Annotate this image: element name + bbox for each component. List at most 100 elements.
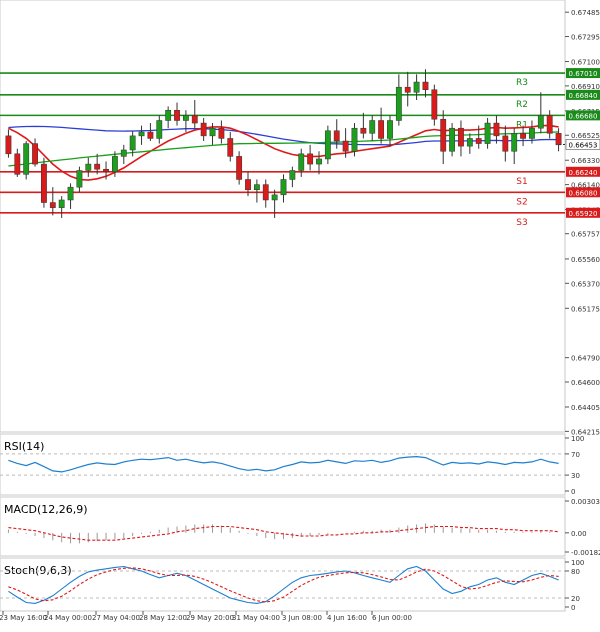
candle-body [147, 131, 154, 139]
candle-body [191, 115, 198, 124]
candle-body [466, 138, 473, 147]
stoch-axis-label: 80 [571, 568, 580, 576]
time-axis-label: 4 Jun 16:00 [327, 614, 367, 622]
time-axis-label: 6 Jun 00:00 [372, 614, 412, 622]
time-axis-label: 29 May 20:00 [186, 614, 234, 622]
candle-body [493, 122, 500, 137]
price-axis-label: 0.67485 [571, 9, 600, 17]
candle-body [129, 135, 136, 151]
candle-body [138, 131, 145, 137]
rsi-panel: 100 70 30 0 RSI(14) [0, 433, 584, 496]
candle-body [413, 81, 420, 93]
candle-body [289, 170, 296, 180]
candle-body [387, 120, 393, 139]
stoch-axis-label: 20 [571, 595, 580, 603]
candle-body [333, 130, 340, 142]
candle-body [271, 194, 278, 201]
current-price-label: 0.66453 [569, 141, 598, 149]
candle-body [324, 130, 331, 160]
candle-body [369, 120, 376, 134]
candle-body [378, 120, 385, 139]
price-axis-label: 0.67100 [571, 59, 600, 67]
level-price-label: 0.66840 [569, 92, 598, 100]
candle-body [280, 179, 287, 196]
candle-body [360, 127, 367, 134]
candle-body [209, 127, 216, 137]
candle-body [529, 127, 535, 139]
stoch-axis-label: 100 [571, 559, 584, 567]
stoch-panel: 10080200Stoch(9,6,3) [0, 557, 584, 612]
price-axis-label: 0.66330 [571, 157, 600, 165]
price-axis-label: 0.64790 [571, 355, 600, 363]
candle-body [520, 133, 526, 139]
stoch-panel-frame [0, 557, 566, 612]
candle-body [165, 109, 172, 121]
candle-body [103, 168, 109, 173]
chart-canvas: 0.674850.672950.671000.669100.667150.665… [0, 0, 600, 622]
candle-body [245, 179, 251, 190]
candle-body [537, 115, 544, 129]
level-price-label: 0.67010 [569, 70, 598, 78]
time-axis-label: 3 Jun 08:00 [282, 614, 322, 622]
candle-body [404, 86, 411, 93]
candle-body [218, 127, 225, 139]
rsi-axis-label: 30 [571, 472, 580, 480]
candle-body [67, 186, 74, 201]
candle-body [174, 109, 180, 121]
candle-body [156, 120, 163, 139]
price-axis-label: 0.65370 [571, 280, 600, 288]
candle-body [5, 135, 12, 155]
candle-body [14, 153, 21, 175]
price-axis-label: 0.65175 [571, 305, 600, 313]
level-price-label: 0.65920 [569, 210, 598, 218]
candle-body [449, 127, 455, 152]
time-axis-label: 28 May 12:00 [139, 614, 187, 622]
candle-body [85, 163, 92, 171]
candle-body [555, 133, 562, 146]
price-axis-label: 0.67295 [571, 34, 600, 42]
rsi-axis-label: 100 [571, 435, 584, 443]
price-axis-label: 0.64405 [571, 404, 600, 412]
macd-axis-label: 0.00 [571, 530, 587, 538]
candle-body [511, 133, 518, 152]
rsi-axis-label: 0 [571, 488, 575, 496]
macd-panel: 0.003034 0.00 -0.001826 MACD(12,26,9) [0, 496, 600, 557]
level-price-label: 0.66680 [569, 112, 598, 120]
rsi-title: RSI(14) [4, 440, 44, 453]
level-price-label: 0.66080 [569, 189, 598, 197]
level-price-label: 0.66240 [569, 169, 598, 177]
candle-body [484, 122, 491, 144]
candle-body [431, 89, 438, 120]
candle-body [200, 122, 207, 137]
time-axis-label: 31 May 04:00 [232, 614, 280, 622]
candle-body [182, 115, 189, 121]
price-axis-label: 0.65757 [571, 231, 600, 239]
level-name-r2: R2 [516, 100, 528, 110]
macd-axis-label: -0.001826 [571, 549, 600, 557]
candle-body [41, 163, 47, 203]
candle-body [49, 202, 56, 208]
candle-body [112, 156, 118, 173]
time-axis-label: 23 May 16:00 [0, 614, 47, 622]
price-panel: 0.674850.672950.671000.669100.667150.665… [0, 0, 600, 436]
candle-body [422, 81, 429, 90]
candle-body [307, 153, 314, 165]
time-axis-label: 27 May 04:00 [92, 614, 140, 622]
candle-body [502, 135, 509, 152]
candle-body [342, 140, 349, 152]
forex-chart-window: 0.674850.672950.671000.669100.667150.665… [0, 0, 600, 628]
candle-body [58, 199, 65, 208]
candle-body [76, 170, 83, 188]
level-name-s2: S2 [516, 197, 527, 207]
candle-body [458, 127, 464, 147]
price-axis-label: 0.66910 [571, 83, 600, 91]
level-name-s3: S3 [516, 218, 527, 228]
price-panel-frame [0, 0, 566, 433]
rsi-panel-frame [0, 433, 566, 496]
candle-body [32, 143, 38, 165]
candle-body [262, 184, 269, 201]
candle-body [546, 115, 553, 134]
candle-body [351, 127, 358, 152]
time-axis: 23 May 16:0024 May 00:00 27 May 04:0028 M… [0, 611, 412, 622]
stoch-axis-label: 0 [571, 604, 575, 612]
